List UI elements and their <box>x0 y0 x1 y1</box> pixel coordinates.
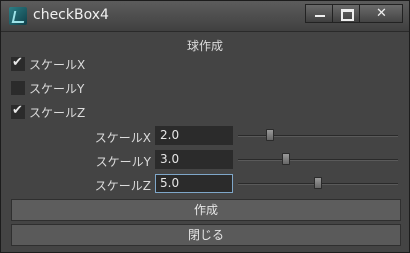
checkbox-scale-z[interactable]: ✔ スケールZ <box>11 103 86 120</box>
window-controls: ✕ <box>305 4 403 23</box>
checkbox-box[interactable]: ✔ <box>11 103 25 119</box>
check-icon: ✔ <box>12 55 23 70</box>
slider-track <box>238 159 398 161</box>
title-bar[interactable]: checkBox4 ✕ <box>1 1 409 32</box>
minimize-button[interactable] <box>305 4 333 23</box>
field-row-scale-z: スケールZ 5.0 <box>1 174 409 194</box>
field-row-scale-y: スケールY 3.0 <box>1 150 409 170</box>
field-row-scale-x: スケールX 2.0 <box>1 126 409 146</box>
close-button[interactable]: 閉じる <box>11 224 401 246</box>
close-icon: ✕ <box>376 6 387 21</box>
checkbox-label: スケールX <box>29 57 86 72</box>
scale-y-input[interactable]: 3.0 <box>155 150 233 169</box>
checkbox-label: スケールZ <box>29 105 86 120</box>
minimize-icon <box>315 15 325 17</box>
field-label: スケールX <box>94 131 151 145</box>
slider-thumb[interactable] <box>282 153 290 165</box>
checkbox-label: スケールY <box>29 81 85 96</box>
checkbox-box[interactable] <box>11 81 25 95</box>
scale-x-input[interactable]: 2.0 <box>155 126 233 145</box>
maya-app-icon <box>9 7 27 25</box>
checkbox-box[interactable]: ✔ <box>11 55 25 71</box>
slider-thumb[interactable] <box>314 177 322 189</box>
scale-y-slider[interactable] <box>238 150 398 169</box>
field-label: スケールY <box>95 155 151 169</box>
slider-track <box>238 135 398 137</box>
create-button[interactable]: 作成 <box>11 199 401 221</box>
maximize-icon <box>341 9 354 21</box>
check-icon: ✔ <box>12 103 23 118</box>
slider-thumb[interactable] <box>266 129 274 141</box>
scale-z-slider[interactable] <box>238 174 398 193</box>
close-window-button[interactable]: ✕ <box>359 4 403 23</box>
dialog-window: checkBox4 ✕ 球作成 ✔ スケールX スケールY ✔ スケールZ スケ <box>0 0 410 253</box>
scale-x-slider[interactable] <box>238 126 398 145</box>
window-title: checkBox4 <box>33 7 109 23</box>
scale-z-input[interactable]: 5.0 <box>155 174 233 193</box>
form-heading: 球作成 <box>186 39 223 53</box>
maximize-button[interactable] <box>332 4 360 23</box>
checkbox-scale-y[interactable]: スケールY <box>11 80 84 96</box>
checkbox-scale-x[interactable]: ✔ スケールX <box>11 55 86 72</box>
field-label: スケールZ <box>94 179 151 193</box>
